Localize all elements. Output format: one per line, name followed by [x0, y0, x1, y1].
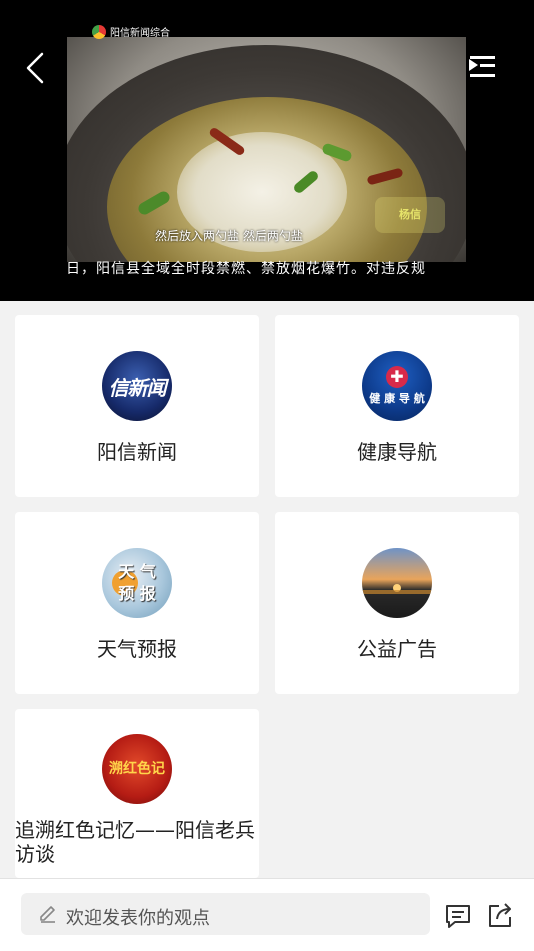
bottom-bar: 欢迎发表你的观点 [0, 878, 534, 951]
program-title: 天气预报 [97, 637, 177, 661]
video-player[interactable]: 然后放入两勺盐 然后两勺盐 杨信 阳信新闻综合 日，阳信县全域全时段禁燃、禁放烟… [0, 0, 534, 301]
playlist-button[interactable] [466, 54, 498, 82]
video-subtitle: 然后放入两勺盐 然后两勺盐 [155, 229, 303, 243]
program-title: 阳信新闻 [97, 440, 177, 464]
program-thumbnail-text: 溯红色记 [109, 761, 165, 777]
program-card-news[interactable]: 信新闻 阳信新闻 [15, 315, 259, 497]
channel-name: 阳信新闻综合 [110, 28, 170, 39]
program-title: 追溯红色记忆——阳信老兵访谈 [15, 818, 255, 866]
share-button[interactable] [485, 901, 515, 931]
program-thumbnail-text: 天 气 [118, 562, 156, 581]
comment-icon [446, 905, 470, 928]
program-thumbnail-text: 预 报 [118, 584, 156, 603]
program-title: 健康导航 [357, 440, 437, 464]
channel-logo: 阳信新闻综合 [92, 24, 170, 39]
channel-logo-icon [92, 24, 106, 39]
program-thumbnail-text: 健 康 导 航 [369, 392, 425, 405]
news-ticker: 日，阳信县全域全时段禁燃、禁放烟花爆竹。对违反规 [66, 261, 426, 277]
playlist-icon [469, 56, 495, 77]
comment-placeholder: 欢迎发表你的观点 [66, 908, 210, 929]
program-title: 公益广告 [357, 637, 437, 661]
program-card-weather[interactable]: 天 气 预 报 天气预报 [15, 512, 259, 694]
program-card-health[interactable]: ✚ 健 康 导 航 健康导航 [275, 315, 519, 497]
share-icon [489, 903, 511, 927]
comment-input[interactable]: 欢迎发表你的观点 [21, 893, 430, 935]
program-thumbnail: 信新闻 [102, 351, 172, 421]
program-thumbnail [362, 548, 432, 618]
back-button[interactable] [22, 50, 52, 86]
program-thumbnail: 天 气 预 报 [102, 548, 172, 618]
comment-button[interactable] [443, 901, 473, 931]
program-thumbnail: ✚ 健 康 导 航 [362, 351, 432, 421]
program-thumbnail: 溯红色记 [102, 734, 172, 804]
medical-cross-icon: ✚ [386, 366, 408, 388]
program-watermark: 杨信 [375, 197, 445, 233]
pen-icon [40, 906, 55, 923]
program-card-red-memory[interactable]: 溯红色记 追溯红色记忆——阳信老兵访谈 [15, 709, 259, 878]
video-frame: 然后放入两勺盐 然后两勺盐 杨信 [67, 37, 466, 262]
sunset-icon [362, 584, 432, 594]
program-card-public-ads[interactable]: 公益广告 [275, 512, 519, 694]
chevron-left-icon [26, 52, 44, 84]
